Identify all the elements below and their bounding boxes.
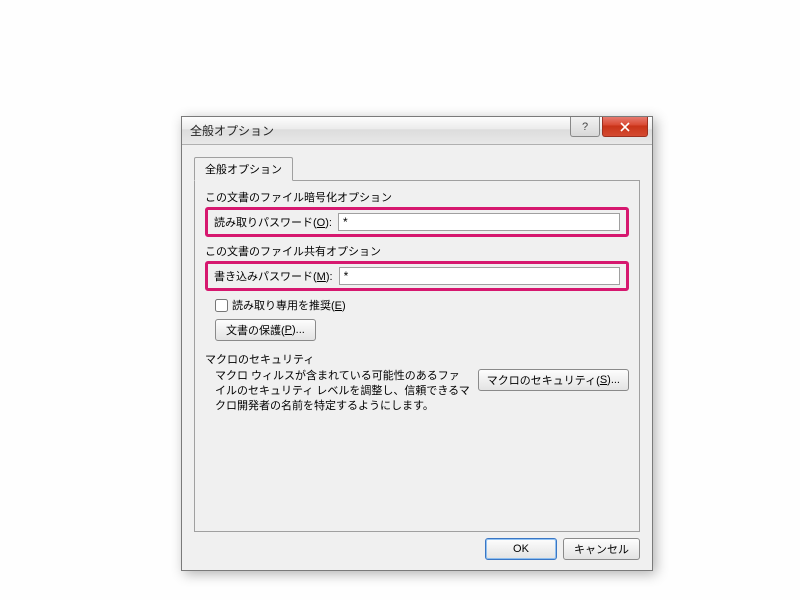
macro-security-section: マクロのセキュリティ マクロ ウィルスが含まれている可能性のあるファイルのセキュ… bbox=[205, 351, 629, 414]
close-button[interactable] bbox=[602, 117, 648, 137]
protect-document-button[interactable]: 文書の保護(P)... bbox=[215, 319, 316, 341]
readonly-recommended-checkbox[interactable] bbox=[215, 299, 228, 312]
read-password-row: 読み取りパスワード(O): bbox=[205, 207, 629, 237]
titlebar-buttons: ? bbox=[570, 117, 648, 137]
write-password-label: 書き込みパスワード(M): bbox=[214, 268, 333, 284]
help-button[interactable]: ? bbox=[570, 117, 600, 137]
encryption-group-label: この文書のファイル暗号化オプション bbox=[205, 189, 629, 205]
sharing-group-label: この文書のファイル共有オプション bbox=[205, 243, 629, 259]
dialog-title: 全般オプション bbox=[190, 122, 274, 139]
macro-section-label: マクロのセキュリティ bbox=[205, 351, 629, 367]
cancel-button[interactable]: キャンセル bbox=[563, 538, 640, 560]
dialog-footer: OK キャンセル bbox=[485, 538, 640, 560]
dialog-content: 全般オプション この文書のファイル暗号化オプション 読み取りパスワード(O): … bbox=[182, 145, 652, 532]
tab-general-options[interactable]: 全般オプション bbox=[194, 157, 293, 181]
macro-row: マクロ ウィルスが含まれている可能性のあるファイルのセキュリティ レベルを調整し… bbox=[205, 369, 629, 414]
macro-description: マクロ ウィルスが含まれている可能性のあるファイルのセキュリティ レベルを調整し… bbox=[215, 369, 470, 414]
read-password-input[interactable] bbox=[338, 213, 620, 231]
tab-panel: この文書のファイル暗号化オプション 読み取りパスワード(O): この文書のファイ… bbox=[194, 180, 640, 532]
write-password-row: 書き込みパスワード(M): bbox=[205, 261, 629, 291]
ok-button[interactable]: OK bbox=[485, 538, 557, 560]
general-options-dialog: 全般オプション ? 全般オプション この文書のファイル暗号化オプション 読み取り… bbox=[181, 116, 653, 571]
readonly-recommended-row: 読み取り専用を推奨(E) bbox=[215, 297, 629, 313]
close-icon bbox=[620, 122, 630, 132]
titlebar: 全般オプション ? bbox=[182, 117, 652, 145]
help-icon: ? bbox=[582, 121, 588, 133]
tab-strip: 全般オプション bbox=[194, 157, 640, 181]
write-password-input[interactable] bbox=[339, 267, 620, 285]
read-password-label: 読み取りパスワード(O): bbox=[214, 214, 332, 230]
readonly-block: 読み取り専用を推奨(E) 文書の保護(P)... bbox=[215, 297, 629, 341]
macro-security-button[interactable]: マクロのセキュリティ(S)... bbox=[478, 369, 629, 391]
readonly-recommended-label[interactable]: 読み取り専用を推奨(E) bbox=[232, 297, 346, 313]
